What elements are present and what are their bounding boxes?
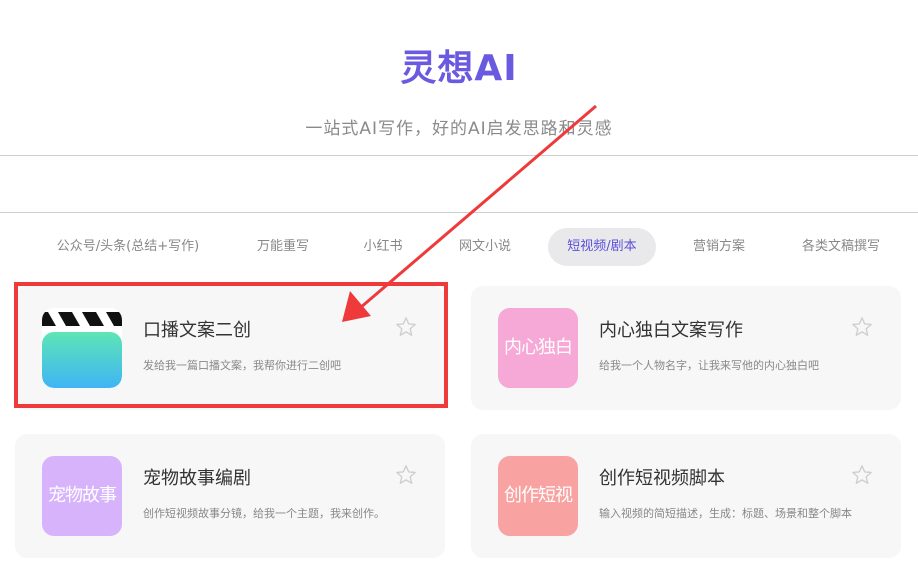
annotation-arrow	[342, 104, 597, 322]
